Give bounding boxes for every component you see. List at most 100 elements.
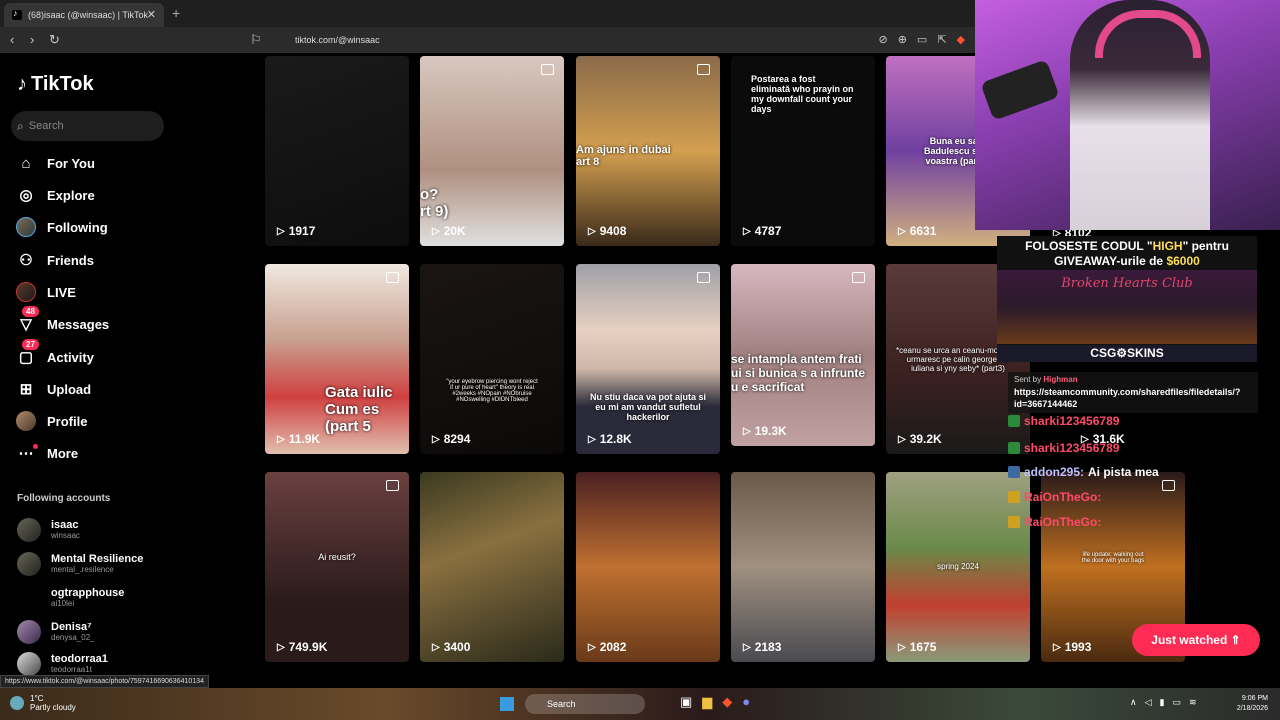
speaker-icon[interactable]: ◁ (1145, 697, 1152, 708)
view-count: 749.9K (277, 640, 328, 654)
address-bar-icons: ⊘ ⊕ ▭ ⇱ ◆ (878, 33, 965, 46)
photo-icon (541, 64, 554, 75)
video-card[interactable]: Gata iulic Cum es (part 5 11.9K (265, 264, 409, 454)
task-view-icon[interactable]: ▣ (680, 694, 692, 710)
search-icon: ⌕ (17, 118, 24, 133)
just-watched-button[interactable]: Just watched ⇑ (1132, 624, 1260, 656)
video-card[interactable]: 2082 (576, 472, 720, 662)
chat-line: RaiOnTheGo: (1008, 490, 1101, 504)
nav-following[interactable]: Following (16, 214, 216, 240)
avatar (17, 652, 41, 676)
view-count: 12.8K (588, 432, 632, 446)
search-placeholder: Search (28, 120, 64, 132)
reload-icon[interactable]: ↻ (49, 32, 60, 48)
video-caption: life update: walking out the door with y… (1081, 552, 1145, 564)
forward-icon[interactable]: › (30, 32, 34, 47)
video-card[interactable]: 2183 (731, 472, 875, 662)
clock-time: 9:06 PM (1241, 695, 1268, 702)
url-input[interactable]: tiktok.com/@winsaac (268, 30, 968, 50)
mic-icon[interactable]: ▮ (1160, 697, 1165, 708)
photo-icon (1162, 480, 1175, 491)
taskbar-apps: ▣ ▆ ◆ ● (680, 694, 750, 710)
avatar-icon (16, 217, 36, 237)
nav-explore[interactable]: ◎ Explore (16, 182, 216, 208)
link-status-url: https://www.tiktok.com/@winsaac/photo/75… (0, 675, 209, 688)
nav-label: LIVE (47, 284, 76, 300)
clock[interactable]: 9:06 PM 2/18/2026 (1237, 694, 1268, 714)
file-explorer-icon[interactable]: ▆ (702, 694, 712, 710)
video-card[interactable]: o? rt 9) 20K (420, 56, 564, 246)
following-account[interactable]: isaac winsaac (17, 515, 217, 545)
account-name: teodorraa1 (51, 653, 108, 665)
video-card[interactable]: Nu stiu daca va pot ajuta si eu mi am va… (576, 264, 720, 454)
profile-icon (16, 411, 36, 431)
video-card[interactable]: Postarea a fost eliminată who prayin on … (731, 56, 875, 246)
chat-badge-icon (1008, 491, 1020, 503)
video-card[interactable]: se intampla antem frati ui si bunica s a… (731, 264, 875, 446)
home-icon: ⌂ (21, 154, 31, 172)
clock-date: 2/18/2026 (1236, 705, 1268, 712)
brave-shield-icon[interactable]: ◆ (957, 33, 965, 46)
following-account[interactable]: Denisa⁷ denysa_02_ (17, 617, 217, 647)
nav-label: Upload (47, 381, 92, 397)
view-count: 6631 (898, 224, 937, 238)
avatar (17, 586, 41, 610)
nav-profile[interactable]: Profile (16, 408, 216, 434)
back-icon[interactable]: ‹ (10, 32, 14, 47)
video-card[interactable]: "your eyebrow piercing wont reject if ur… (420, 264, 564, 454)
photo-icon (386, 272, 399, 283)
video-card[interactable]: Ai reusit? 749.9K (265, 472, 409, 662)
browser-tab[interactable]: (68)isaac (@winsaac) | TikTok ✕ (4, 3, 164, 27)
weather-icon (10, 696, 24, 710)
brave-icon[interactable]: ◆ (722, 694, 732, 710)
live-icon (16, 282, 36, 302)
view-count: 4787 (743, 224, 782, 238)
video-caption: Postarea a fost eliminată who prayin on … (751, 74, 854, 114)
following-accounts-title: Following accounts (17, 493, 111, 504)
account-handle: denysa_02_ (51, 633, 95, 642)
wifi-icon[interactable]: ≋ (1189, 697, 1197, 708)
account-name: Mental Resilience (51, 553, 144, 565)
account-name: isaac (51, 519, 79, 531)
bookmark-icon[interactable]: ⚐ (250, 32, 262, 48)
chat-line: sharki123456789 (1008, 414, 1119, 428)
new-tab-button[interactable]: + (172, 5, 180, 21)
search-input[interactable]: ⌕ Search (11, 111, 164, 141)
nav-for-you[interactable]: ⌂ For You (16, 150, 216, 176)
discord-icon[interactable]: ● (742, 694, 750, 710)
taskbar-search[interactable]: Search (525, 694, 645, 714)
cast-icon[interactable]: ▭ (917, 33, 927, 46)
translate-icon[interactable]: ⊘ (878, 33, 887, 46)
nav-activity[interactable]: ▢ 27 Activity (16, 339, 216, 370)
following-account[interactable]: Mental Resilience mental_.resilence (17, 549, 217, 579)
video-card[interactable]: 3400 (420, 472, 564, 662)
weather-widget[interactable]: 1°C Partly cloudy (10, 694, 76, 712)
chat-line: RaiOnTheGo: (1008, 515, 1101, 529)
share-icon[interactable]: ⇱ (937, 33, 946, 46)
messages-badge: 48 (22, 306, 39, 317)
video-caption: Am ajuns in dubai art 8 (576, 144, 671, 168)
view-count: 39.2K (898, 432, 942, 446)
nav-more[interactable]: ⋯ More (16, 440, 216, 466)
avatar (17, 518, 41, 542)
upload-icon: ⊞ (19, 381, 33, 398)
video-card[interactable]: 1917 (265, 56, 409, 246)
windows-start-icon[interactable] (500, 697, 514, 711)
account-handle: teodorraa1t (51, 665, 92, 674)
nav-messages[interactable]: ▽ 48 Messages (16, 306, 216, 337)
photo-icon (697, 64, 710, 75)
tab-close-icon[interactable]: ✕ (147, 8, 156, 21)
display-icon[interactable]: ▭ (1172, 697, 1181, 708)
video-card[interactable]: Am ajuns in dubai art 8 9408 (576, 56, 720, 246)
zoom-icon[interactable]: ⊕ (898, 33, 907, 46)
microphone (980, 59, 1060, 121)
following-account[interactable]: ogtrapphouse ai10lei (17, 583, 217, 613)
chevron-up-icon[interactable]: ∧ (1130, 697, 1137, 708)
nav-live[interactable]: LIVE (16, 279, 216, 305)
nav-upload[interactable]: ⊞ Upload (16, 376, 216, 402)
nav-friends[interactable]: ⚇ Friends (16, 247, 216, 273)
avatar (17, 620, 41, 644)
photo-icon (386, 480, 399, 491)
activity-icon: ▢ 27 (16, 339, 39, 367)
tiktok-logo[interactable]: ♪ TikTok (17, 73, 94, 96)
